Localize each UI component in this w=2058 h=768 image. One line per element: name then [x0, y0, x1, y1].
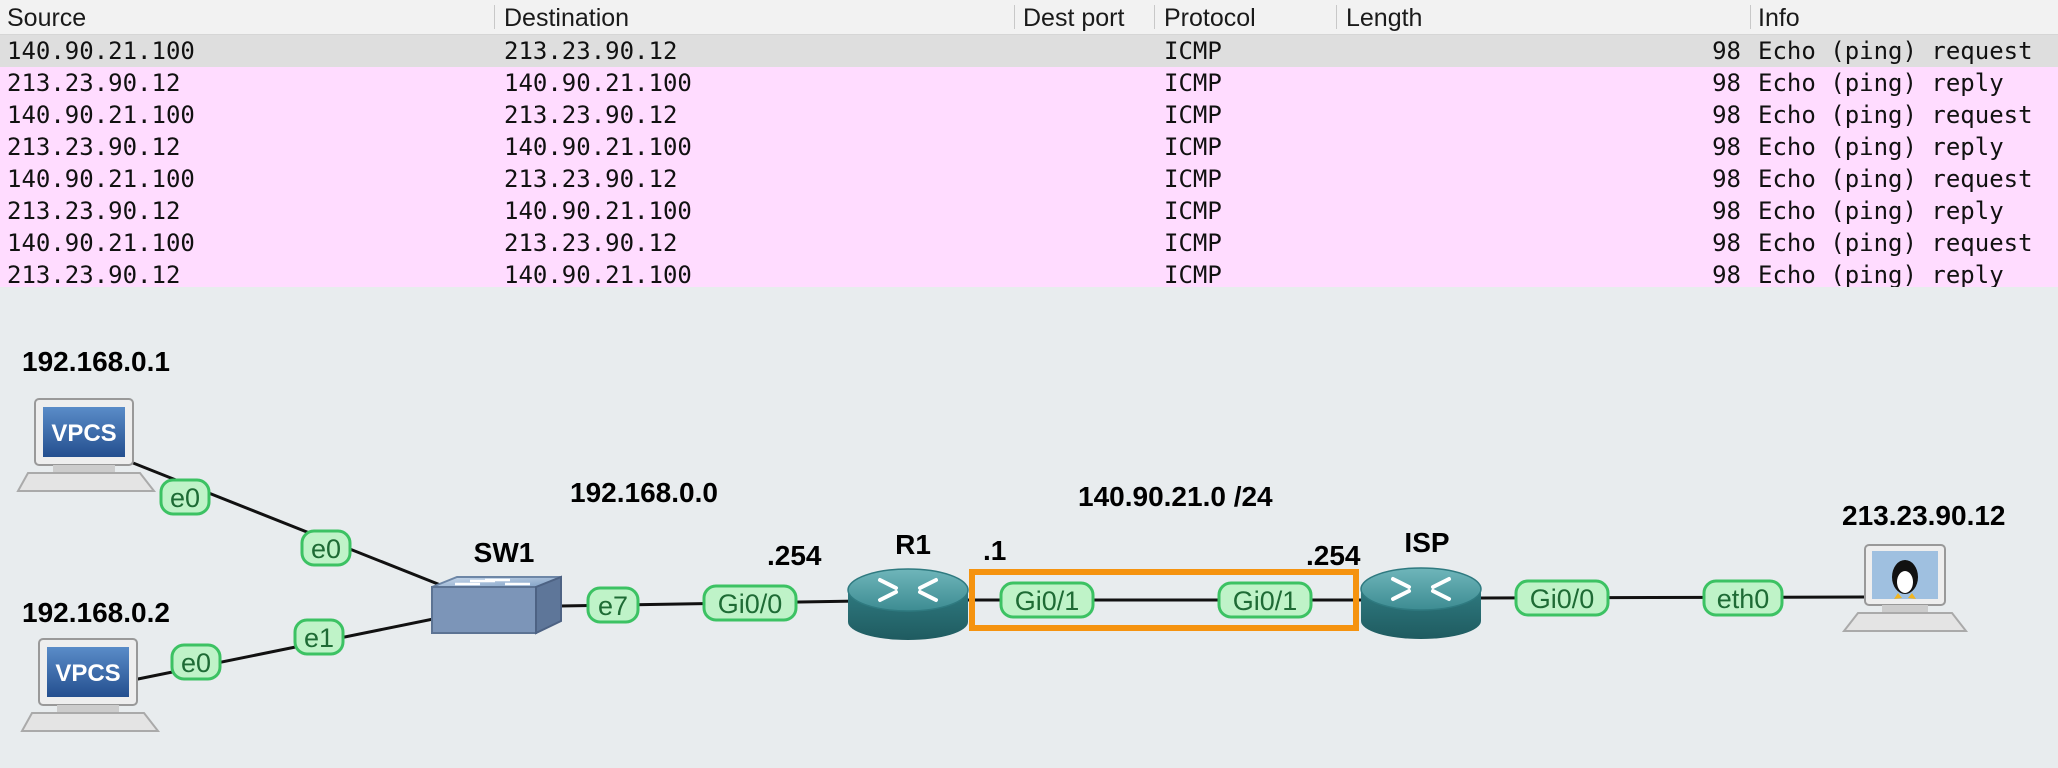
table-row[interactable]: 140.90.21.100 213.23.90.12 ICMP 98 Echo (pin… [0, 99, 2058, 131]
server-ip-label: 213.23.90.12 [1842, 500, 2006, 531]
isp-host-label: .254 [1306, 540, 1361, 571]
cell-source: 213.23.90.12 [7, 197, 181, 225]
column-header-dest-port[interactable]: Dest port [1023, 0, 1124, 34]
column-divider[interactable] [1750, 5, 1751, 29]
cell-info: Echo (ping) request [1758, 37, 2033, 65]
cell-info: Echo (ping) request [1758, 165, 2033, 193]
cell-source: 213.23.90.12 [7, 133, 181, 161]
cell-protocol: ICMP [1164, 69, 1222, 97]
badge-r1-gi01[interactable]: Gi0/1 [999, 581, 1095, 619]
badge-isp-gi01[interactable]: Gi0/1 [1217, 581, 1313, 619]
svg-text:e0: e0 [311, 534, 341, 564]
column-header-protocol[interactable]: Protocol [1164, 0, 1256, 34]
table-row[interactable]: 213.23.90.12 140.90.21.100 ICMP 98 Echo (pin… [0, 131, 2058, 163]
cell-source: 213.23.90.12 [7, 69, 181, 97]
pc2-device[interactable]: VPCS [20, 638, 161, 732]
badge-isp-gi00[interactable]: Gi0/0 [1514, 579, 1610, 617]
cell-destination: 140.90.21.100 [504, 197, 692, 225]
table-row[interactable]: 140.90.21.100 213.23.90.12 ICMP 98 Echo (pin… [0, 227, 2058, 259]
cell-length: 98 [1712, 197, 1741, 225]
badge-pc1-e0[interactable]: e0 [159, 478, 211, 516]
links [117, 455, 1866, 682]
column-header-destination[interactable]: Destination [504, 0, 629, 34]
link-pc1-sw1[interactable] [117, 455, 454, 592]
switch-sw1[interactable]: SW1 [431, 537, 562, 635]
badge-sw1-e7[interactable]: e7 [586, 586, 640, 624]
cell-source: 140.90.21.100 [7, 165, 195, 193]
cell-protocol: ICMP [1164, 133, 1222, 161]
column-divider[interactable] [1336, 5, 1337, 29]
cell-info: Echo (ping) request [1758, 229, 2033, 257]
badge-sw1-e1[interactable]: e1 [293, 618, 345, 656]
router-r1[interactable]: R1 [847, 529, 969, 640]
pc1-ip-label: 192.168.0.1 [22, 346, 170, 377]
cell-source: 140.90.21.100 [7, 101, 195, 129]
table-row[interactable]: 140.90.21.100 213.23.90.12 ICMP 98 Echo (pin… [0, 163, 2058, 195]
column-divider[interactable] [494, 5, 495, 29]
svg-text:eth0: eth0 [1717, 584, 1770, 614]
cell-destination: 213.23.90.12 [504, 101, 678, 129]
column-header-source[interactable]: Source [7, 0, 86, 34]
cell-destination: 213.23.90.12 [504, 37, 678, 65]
badge-r1-gi00[interactable]: Gi0/0 [702, 584, 798, 622]
packet-list-header: Source Destination Dest port Protocol Le… [0, 0, 2058, 35]
svg-text:e0: e0 [170, 483, 200, 513]
table-row[interactable]: 140.90.21.100 213.23.90.12 ICMP 98 Echo (pin… [0, 35, 2058, 67]
cell-source: 140.90.21.100 [7, 229, 195, 257]
svg-text:e0: e0 [181, 648, 211, 678]
cell-length: 98 [1712, 165, 1741, 193]
pc1-label: VPCS [51, 420, 116, 447]
column-divider[interactable] [1014, 5, 1015, 29]
cell-protocol: ICMP [1164, 165, 1222, 193]
table-row[interactable]: 213.23.90.12 140.90.21.100 ICMP 98 Echo (pin… [0, 67, 2058, 99]
linux-server[interactable] [1841, 544, 1969, 632]
badge-server-eth0[interactable]: eth0 [1702, 579, 1784, 617]
cell-protocol: ICMP [1164, 197, 1222, 225]
badge-pc2-e0[interactable]: e0 [170, 643, 222, 681]
r1-name: R1 [895, 529, 931, 560]
cell-destination: 213.23.90.12 [504, 165, 678, 193]
column-header-length[interactable]: Length [1346, 0, 1422, 34]
pc1-device[interactable]: VPCS [16, 398, 157, 492]
pc2-label: VPCS [55, 660, 120, 687]
cell-destination: 213.23.90.12 [504, 229, 678, 257]
cell-destination: 140.90.21.100 [504, 69, 692, 97]
cell-length: 98 [1712, 101, 1741, 129]
cell-length: 98 [1712, 69, 1741, 97]
pc2-ip-label: 192.168.0.2 [22, 597, 170, 628]
cell-length: 98 [1712, 229, 1741, 257]
column-header-info[interactable]: Info [1758, 0, 1800, 34]
network-topology: VPCS VPCS SW1 R1 ISP e0 e0 e0 e1 e7 Gi0/… [0, 287, 2058, 768]
isp-name: ISP [1404, 527, 1449, 558]
cell-destination: 140.90.21.100 [504, 133, 692, 161]
svg-text:Gi0/1: Gi0/1 [1015, 586, 1080, 616]
lan-subnet-label: 192.168.0.0 [570, 477, 718, 508]
cell-protocol: ICMP [1164, 101, 1222, 129]
cell-info: Echo (ping) reply [1758, 69, 2004, 97]
router-isp[interactable]: ISP [1360, 527, 1482, 639]
svg-text:Gi0/0: Gi0/0 [718, 589, 783, 619]
packet-list: Source Destination Dest port Protocol Le… [0, 0, 2058, 291]
cell-protocol: ICMP [1164, 37, 1222, 65]
wan-subnet-label: 140.90.21.0 /24 [1078, 481, 1273, 512]
cell-length: 98 [1712, 133, 1741, 161]
svg-text:Gi0/0: Gi0/0 [1530, 584, 1595, 614]
cell-info: Echo (ping) request [1758, 101, 2033, 129]
column-divider[interactable] [1154, 5, 1155, 29]
cell-info: Echo (ping) reply [1758, 133, 2004, 161]
cell-protocol: ICMP [1164, 229, 1222, 257]
svg-text:e7: e7 [598, 591, 628, 621]
cell-info: Echo (ping) reply [1758, 197, 2004, 225]
r1-lan-host-label: .254 [767, 540, 822, 571]
cell-length: 98 [1712, 37, 1741, 65]
r1-wan-host-label: .1 [983, 535, 1006, 566]
cell-source: 140.90.21.100 [7, 37, 195, 65]
badge-sw1-e0[interactable]: e0 [300, 529, 352, 567]
switch-name: SW1 [474, 537, 535, 568]
table-row[interactable]: 213.23.90.12 140.90.21.100 ICMP 98 Echo (pin… [0, 195, 2058, 227]
svg-text:Gi0/1: Gi0/1 [1233, 586, 1298, 616]
svg-text:e1: e1 [304, 623, 334, 653]
topology-canvas: VPCS VPCS SW1 R1 ISP e0 e0 e0 e1 e7 Gi0/… [16, 346, 2006, 732]
